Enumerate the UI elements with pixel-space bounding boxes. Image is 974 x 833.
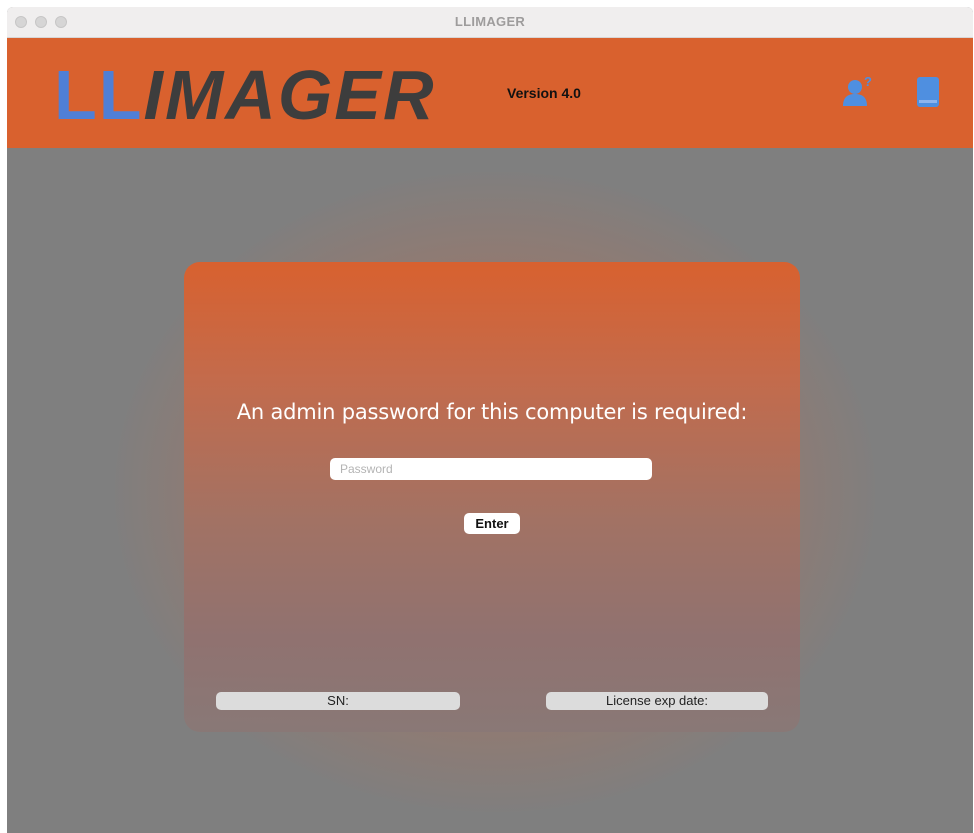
password-prompt: An admin password for this computer is r…	[236, 400, 748, 424]
logo-imager: IMAGER	[143, 56, 436, 134]
svg-text:?: ?	[864, 75, 872, 89]
serial-number-field: SN:	[216, 692, 460, 710]
version-label: Version 4.0	[507, 85, 581, 101]
window-title: LLIMAGER	[454, 14, 526, 29]
app-window: LLIMAGER LLIMAGER Version 4.0 ? An admin…	[7, 7, 973, 833]
user-help-icon[interactable]: ?	[842, 74, 874, 109]
app-header: LLIMAGER Version 4.0 ?	[7, 38, 973, 148]
book-icon[interactable]	[913, 75, 945, 109]
password-input[interactable]	[330, 458, 652, 480]
logo-ll: LL	[54, 56, 144, 134]
title-bar: LLIMAGER	[7, 7, 973, 38]
login-card: An admin password for this computer is r…	[184, 262, 800, 732]
enter-button[interactable]: Enter	[464, 513, 520, 534]
license-exp-date-field: License exp date:	[546, 692, 768, 710]
app-logo: LLIMAGER	[54, 60, 436, 130]
